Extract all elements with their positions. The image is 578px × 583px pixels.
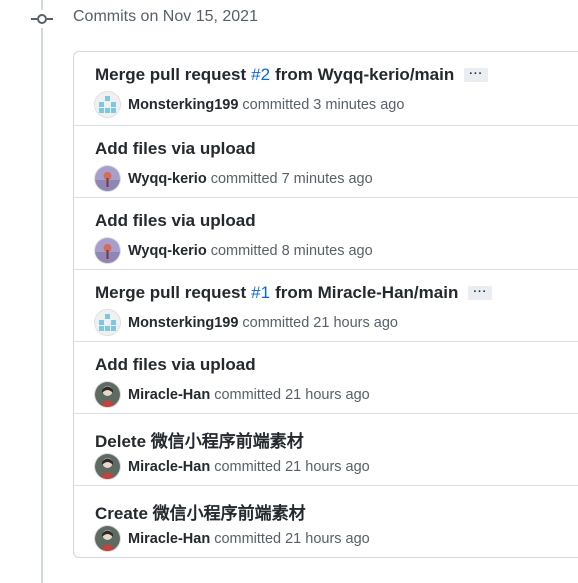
relative-time: 21 hours ago: [285, 386, 370, 403]
commit-message-link[interactable]: Add files via upload: [95, 139, 256, 159]
author-link[interactable]: Miracle-Han: [128, 459, 210, 475]
relative-time: 21 hours ago: [285, 530, 370, 547]
commit-group-header: Commits on Nov 15, 2021: [73, 8, 258, 25]
commit-title: Add files via upload: [95, 211, 256, 231]
commit-title: Merge pull request #2 from Wyqq-kerio/main…: [95, 65, 489, 85]
commit-title: Delete 微信小程序前端素材: [95, 427, 304, 452]
commit-message-link[interactable]: Merge pull request: [95, 65, 246, 85]
commit-title: Add files via upload: [95, 139, 256, 159]
commit-meta: Monsterking199 committed 21 hours ago: [95, 310, 398, 335]
commit-row: Merge pull request #1 from Miracle-Han/mai…: [74, 269, 578, 341]
commit-verb: committed: [210, 242, 278, 259]
commit-message-link[interactable]: Delete 微信小程序前端素材: [95, 427, 304, 452]
commit-row: Create 微信小程序前端素材 Miracle-Han committed 21 h…: [74, 485, 578, 557]
commit-message-tail[interactable]: from Wyqq-kerio/main: [275, 65, 454, 85]
commit-row: Delete 微信小程序前端素材 Miracle-Han committed 21 h…: [74, 413, 578, 485]
commit-meta: Miracle-Han committed 21 hours ago: [95, 454, 370, 479]
commit-row: Add files via upload Miracle-Han committed…: [74, 341, 578, 413]
commit-meta: Monsterking199 committed 3 minutes ago: [95, 92, 404, 117]
commit-meta: Wyqq-kerio committed 7 minutes ago: [95, 166, 373, 191]
author-link[interactable]: Wyqq-kerio: [128, 171, 207, 187]
pull-request-link[interactable]: #1: [251, 283, 270, 303]
author-link[interactable]: Monsterking199: [128, 315, 238, 331]
author-link[interactable]: Monsterking199: [128, 97, 238, 113]
author-link[interactable]: Miracle-Han: [128, 531, 210, 547]
commit-message-tail[interactable]: from Miracle-Han/main: [275, 283, 458, 303]
author-link[interactable]: Miracle-Han: [128, 387, 210, 403]
ellipsis-icon[interactable]: ···: [464, 68, 489, 82]
relative-time: 8 minutes ago: [281, 242, 373, 259]
relative-time: 3 minutes ago: [313, 96, 405, 113]
commit-row: Add files via upload Wyqq-kerio committed 8…: [74, 197, 578, 269]
avatar[interactable]: [95, 92, 120, 117]
ellipsis-icon[interactable]: ···: [468, 286, 493, 300]
commit-list: Merge pull request #2 from Wyqq-kerio/main…: [73, 51, 578, 558]
commit-message-link[interactable]: Merge pull request: [95, 283, 246, 303]
avatar[interactable]: [95, 166, 120, 191]
commit-message-link[interactable]: Add files via upload: [95, 355, 256, 375]
commit-message-link[interactable]: Add files via upload: [95, 211, 256, 231]
commit-row: Merge pull request #2 from Wyqq-kerio/main…: [74, 52, 578, 125]
avatar[interactable]: [95, 382, 120, 407]
commit-verb: committed: [210, 170, 278, 187]
commit-verb: committed: [242, 314, 310, 331]
commit-meta: Miracle-Han committed 21 hours ago: [95, 526, 370, 551]
commit-title: Add files via upload: [95, 355, 256, 375]
timeline-line: [41, 0, 43, 583]
commit-verb: committed: [214, 530, 282, 547]
relative-time: 21 hours ago: [313, 314, 398, 331]
avatar[interactable]: [95, 238, 120, 263]
commit-row: Add files via upload Wyqq-kerio committed 7…: [74, 125, 578, 197]
pull-request-link[interactable]: #2: [251, 65, 270, 85]
author-link[interactable]: Wyqq-kerio: [128, 243, 207, 259]
avatar[interactable]: [95, 454, 120, 479]
relative-time: 7 minutes ago: [281, 170, 373, 187]
avatar[interactable]: [95, 310, 120, 335]
commit-title: Merge pull request #1 from Miracle-Han/mai…: [95, 283, 493, 303]
commit-verb: committed: [214, 386, 282, 403]
commit-meta: Wyqq-kerio committed 8 minutes ago: [95, 238, 373, 263]
commit-title: Create 微信小程序前端素材: [95, 499, 306, 524]
commit-verb: committed: [242, 96, 310, 113]
commit-message-link[interactable]: Create 微信小程序前端素材: [95, 499, 306, 524]
git-commit-icon: [31, 10, 53, 28]
relative-time: 21 hours ago: [285, 458, 370, 475]
avatar[interactable]: [95, 526, 120, 551]
commit-meta: Miracle-Han committed 21 hours ago: [95, 382, 370, 407]
commit-verb: committed: [214, 458, 282, 475]
